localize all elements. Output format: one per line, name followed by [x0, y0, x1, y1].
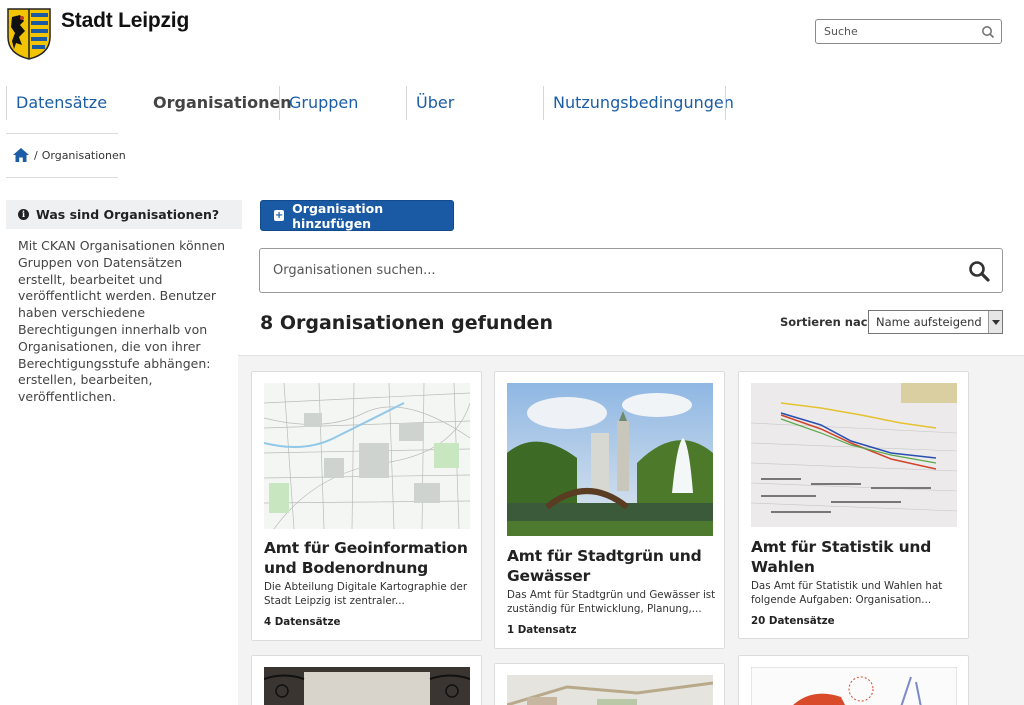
search-icon[interactable]: [968, 260, 990, 282]
card-image-park-fountain: [507, 383, 713, 536]
breadcrumb-divider-top: [6, 133, 118, 134]
top-search-input[interactable]: [816, 20, 966, 43]
nav-item-nutzungsbedingungen[interactable]: Nutzungsbedingungen: [543, 86, 734, 120]
plus-square-icon: +: [274, 210, 285, 221]
organisation-card[interactable]: Amt für Statistik und Wahlen Das Amt für…: [738, 371, 969, 639]
card-description: Die Abteilung Digitale Kartographie der …: [264, 581, 468, 607]
main-navigation: Datensätze Organisationen Gruppen Über N…: [6, 86, 734, 120]
card-image-city-map: [264, 383, 470, 529]
card-dataset-count: 4 Datensätze: [264, 616, 341, 628]
nav-item-ueber[interactable]: Über: [406, 86, 543, 120]
card-title[interactable]: Amt für Geoinformation und Bodenordnung: [264, 538, 474, 578]
search-icon[interactable]: [981, 25, 995, 39]
breadcrumb-divider-bottom: [6, 177, 118, 178]
add-organisation-label: Organisation hinzufügen: [292, 200, 384, 231]
card-title[interactable]: Amt für Statistik und Wahlen: [751, 537, 961, 577]
organisation-card[interactable]: Amt für Geoinformation und Bodenordnung …: [251, 371, 482, 641]
breadcrumb-current[interactable]: Organisationen: [42, 149, 126, 162]
card-image-hall-chandeliers: [264, 667, 470, 705]
card-dataset-count: 1 Datensatz: [507, 624, 577, 636]
card-image-statistics-chart: [751, 383, 957, 527]
organisation-card[interactable]: [251, 655, 482, 705]
organisation-card[interactable]: [738, 655, 969, 705]
card-image-aerial-plan: [507, 675, 713, 705]
sort-select[interactable]: Name aufsteigend: [868, 310, 1003, 334]
breadcrumb-separator: /: [34, 148, 38, 162]
organisation-card[interactable]: [494, 663, 725, 705]
card-title[interactable]: Amt für Stadtgrün und Gewässer: [507, 546, 717, 586]
card-description: Das Amt für Statistik und Wahlen hat fol…: [751, 580, 943, 606]
sort-select-value: Name aufsteigend: [876, 315, 982, 329]
card-description: Das Amt für Stadtgrün und Gewässer ist z…: [507, 589, 716, 615]
card-image-diagram-sketch: [751, 667, 957, 705]
result-count: 8 Organisationen gefunden: [260, 312, 553, 334]
top-search-box[interactable]: [815, 19, 1002, 44]
organisation-search-box[interactable]: [259, 248, 1003, 293]
sidebar-heading: i Was sind Organisationen?: [6, 200, 242, 229]
home-icon[interactable]: [12, 147, 30, 163]
nav-item-datensaetze[interactable]: Datensätze: [6, 86, 143, 120]
info-icon: i: [18, 209, 29, 220]
add-organisation-button[interactable]: + Organisation hinzufügen: [260, 200, 454, 231]
sort-label: Sortieren nach:: [780, 315, 881, 329]
nav-divider: [725, 86, 726, 120]
nav-item-gruppen[interactable]: Gruppen: [279, 86, 406, 120]
stadt-leipzig-coat-of-arms-logo[interactable]: [6, 7, 52, 60]
organisation-search-input[interactable]: [260, 249, 940, 292]
nav-item-organisationen[interactable]: Organisationen: [143, 86, 292, 120]
card-dataset-count: 20 Datensätze: [751, 615, 835, 627]
organisation-card[interactable]: Amt für Stadtgrün und Gewässer Das Amt f…: [494, 371, 725, 649]
chevron-down-icon[interactable]: [988, 311, 1002, 333]
sidebar-description: Mit CKAN Organisationen können Gruppen v…: [18, 238, 226, 405]
site-title[interactable]: Stadt Leipzig: [61, 9, 189, 33]
sidebar-heading-label: Was sind Organisationen?: [36, 207, 220, 222]
breadcrumb: / Organisationen: [12, 147, 126, 163]
